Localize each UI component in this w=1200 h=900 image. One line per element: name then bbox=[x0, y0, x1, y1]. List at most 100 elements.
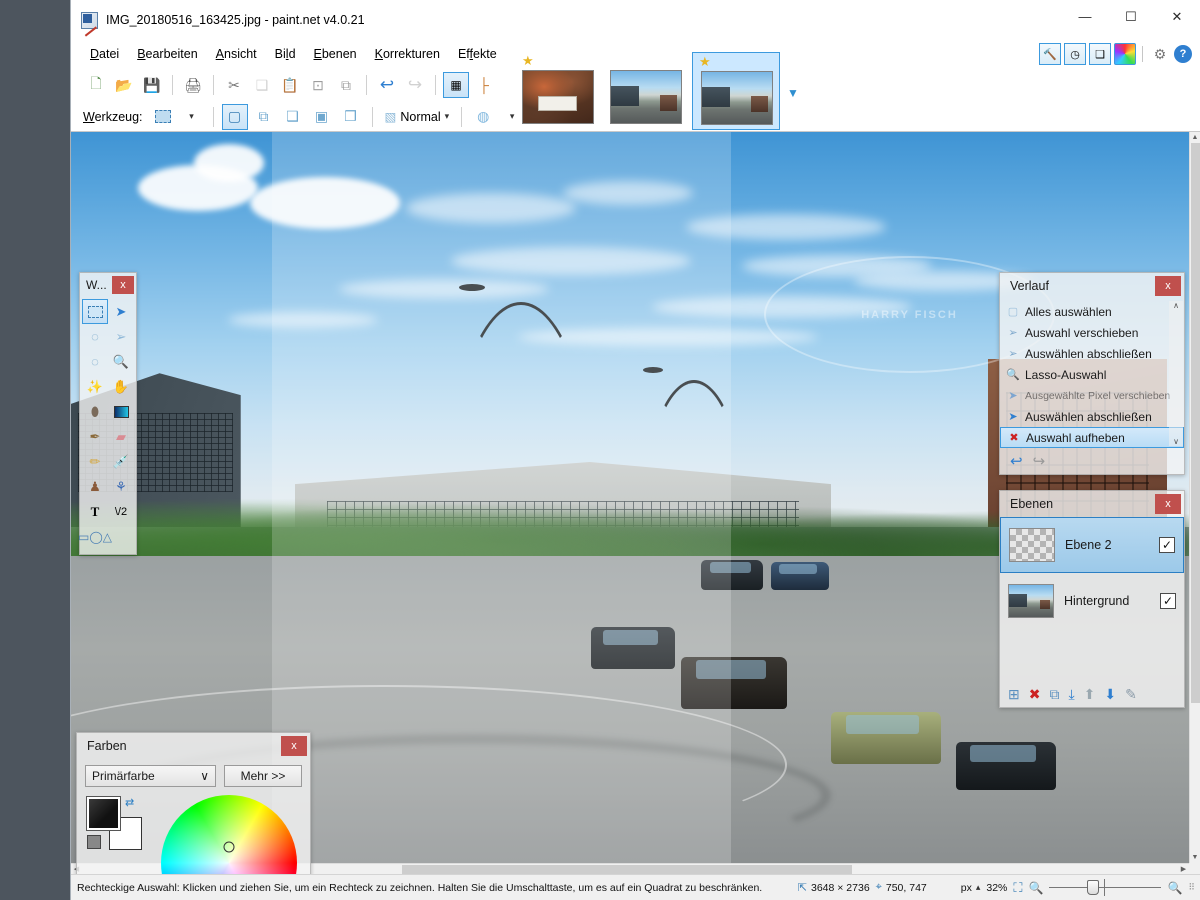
scroll-down-icon[interactable]: ▼ bbox=[1190, 852, 1200, 863]
layer-visibility-checkbox[interactable]: ✓ bbox=[1160, 593, 1176, 609]
selection-exclude-button[interactable]: ❑ bbox=[280, 104, 306, 130]
antialias-icon[interactable]: ◍ bbox=[470, 104, 496, 130]
print-button[interactable]: 🖨 bbox=[180, 72, 206, 98]
layers-window-icon[interactable]: ❑ bbox=[1089, 43, 1111, 65]
help-icon[interactable]: ? bbox=[1174, 45, 1192, 63]
zoom-out-icon[interactable]: 🔍 bbox=[1029, 881, 1044, 895]
menu-item-ansicht[interactable]: Ansicht bbox=[207, 43, 266, 65]
history-list[interactable]: ▢ Alles auswählen ➢ Auswahl verschieben … bbox=[1000, 301, 1184, 448]
menu-item-bild[interactable]: Bild bbox=[266, 43, 305, 65]
scroll-down-icon[interactable]: ∨ bbox=[1173, 437, 1179, 446]
color-picker-tool[interactable]: 💉 bbox=[108, 449, 134, 474]
eraser-tool[interactable]: ▰ bbox=[108, 424, 134, 449]
paint-bucket-tool[interactable]: ⬮ bbox=[82, 399, 108, 424]
scroll-right-icon[interactable]: ▶ bbox=[1178, 864, 1189, 875]
layer-visibility-checkbox[interactable]: ✓ bbox=[1159, 537, 1175, 553]
copy-button[interactable]: ❑ bbox=[249, 72, 275, 98]
clone-stamp-tool[interactable]: ♟ bbox=[82, 474, 108, 499]
history-redo-button[interactable]: ↪ bbox=[1033, 452, 1046, 470]
resize-grip-icon[interactable]: ⠿ bbox=[1188, 882, 1195, 893]
zoom-slider[interactable] bbox=[1049, 879, 1162, 896]
duplicate-layer-button[interactable]: ⧉ bbox=[1049, 686, 1059, 703]
paintbrush-tool[interactable]: ✒ bbox=[82, 424, 108, 449]
pan-tool[interactable]: ✋ bbox=[108, 374, 134, 399]
zoom-level-group[interactable]: 32% bbox=[986, 882, 1007, 894]
layer-row-ebene-2[interactable]: Ebene 2 ✓ bbox=[1000, 517, 1184, 573]
save-image-button[interactable]: 💾 bbox=[139, 72, 165, 98]
tools-panel[interactable]: W... x ➤ ◌ ➢ ◌ 🔍 ✨ ✋ ⬮ ✒ ▰ ✏ 💉 ♟ ⚘ T \/2… bbox=[78, 272, 137, 555]
reset-colors-icon[interactable] bbox=[87, 835, 101, 849]
text-tool[interactable]: T bbox=[82, 499, 108, 524]
new-image-button[interactable]: 🗋 bbox=[83, 72, 109, 98]
zoom-tool[interactable]: 🔍 bbox=[108, 349, 134, 374]
merge-layer-down-button[interactable]: ⤓ bbox=[1068, 686, 1074, 703]
add-layer-button[interactable]: ⊞ bbox=[1008, 686, 1020, 703]
history-scrollbar[interactable]: ∧ ∨ bbox=[1169, 301, 1183, 446]
redo-button[interactable]: ↪ bbox=[402, 72, 428, 98]
history-item-0[interactable]: ▢ Alles auswählen bbox=[1000, 301, 1184, 322]
tools-panel-header[interactable]: W... x bbox=[80, 273, 136, 297]
history-panel-close-button[interactable]: x bbox=[1155, 276, 1181, 296]
minimize-button[interactable]: — bbox=[1062, 0, 1108, 33]
close-button[interactable]: ✕ bbox=[1154, 0, 1200, 33]
rectangle-select-tool[interactable] bbox=[82, 299, 108, 324]
menu-item-bearbeiten[interactable]: Bearbeiten bbox=[128, 43, 206, 65]
move-selection-tool[interactable]: ➢ bbox=[108, 324, 134, 349]
thumbnail-scroll-down-icon[interactable]: ▼ bbox=[784, 84, 802, 102]
color-wheel-cursor[interactable] bbox=[223, 841, 235, 853]
grid-toggle-button[interactable]: ▦ bbox=[443, 72, 469, 98]
history-item-5[interactable]: ➤ Auswählen abschließen bbox=[1000, 406, 1184, 427]
thumbnail-item-3[interactable]: ★ bbox=[692, 52, 780, 130]
history-item-4[interactable]: ➤ Ausgewählte Pixel verschieben bbox=[1000, 385, 1184, 406]
selection-intersect-button[interactable]: ▣ bbox=[309, 104, 335, 130]
more-colors-button[interactable]: Mehr >> bbox=[224, 765, 302, 787]
lasso-select-tool[interactable]: ◌ bbox=[82, 324, 108, 349]
magic-wand-tool[interactable]: ✨ bbox=[82, 374, 108, 399]
open-image-button[interactable]: 📂 bbox=[111, 72, 137, 98]
ellipse-select-tool[interactable]: ◌ bbox=[82, 349, 108, 374]
blend-mode-control[interactable]: ▧ Normal ▾ bbox=[381, 107, 454, 126]
layer-properties-button[interactable]: ✎ bbox=[1125, 686, 1137, 703]
layers-panel-header[interactable]: Ebenen x bbox=[1000, 491, 1184, 517]
line-curve-tool[interactable]: \/2 bbox=[108, 499, 134, 524]
color-wheel[interactable] bbox=[161, 795, 297, 874]
colors-window-icon[interactable] bbox=[1114, 43, 1136, 65]
chevron-up-icon[interactable]: ▴ bbox=[976, 882, 981, 893]
swap-colors-icon[interactable]: ⇄ bbox=[125, 796, 134, 809]
pencil-tool[interactable]: ✏ bbox=[82, 449, 108, 474]
thumbnail-item-1[interactable]: ★ bbox=[516, 52, 600, 130]
undo-button[interactable]: ↩ bbox=[374, 72, 400, 98]
zoom-slider-knob[interactable] bbox=[1087, 880, 1100, 895]
crop-to-selection-button[interactable]: ⊡ bbox=[305, 72, 331, 98]
delete-layer-button[interactable]: ✖ bbox=[1029, 686, 1041, 703]
tools-window-icon[interactable]: 🔨 bbox=[1039, 43, 1061, 65]
history-item-3[interactable]: 🔍 Lasso-Auswahl bbox=[1000, 364, 1184, 385]
selection-replace-button[interactable]: ▢ bbox=[221, 103, 248, 130]
canvas-vertical-scrollbar[interactable]: ▲ ▼ bbox=[1189, 132, 1200, 863]
history-undo-button[interactable]: ↩ bbox=[1010, 452, 1023, 470]
current-tool-button[interactable] bbox=[150, 104, 176, 130]
scroll-up-icon[interactable]: ∧ bbox=[1173, 301, 1179, 310]
recolor-tool[interactable]: ⚘ bbox=[108, 474, 134, 499]
primary-color-swatch[interactable] bbox=[86, 796, 121, 831]
shapes-tool[interactable]: ▭◯△ bbox=[78, 524, 112, 550]
move-layer-up-button[interactable]: ⬆ bbox=[1084, 686, 1096, 703]
tools-panel-close-button[interactable]: x bbox=[112, 276, 134, 294]
deselect-button[interactable]: ⧉ bbox=[333, 72, 359, 98]
fit-to-window-icon[interactable]: ⛶ bbox=[1013, 880, 1022, 896]
history-item-1[interactable]: ➢ Auswahl verschieben bbox=[1000, 322, 1184, 343]
cut-button[interactable]: ✂ bbox=[221, 72, 247, 98]
maximize-button[interactable]: ☐ bbox=[1108, 0, 1154, 33]
tool-dropdown-caret[interactable]: ▾ bbox=[179, 104, 205, 130]
thumbnail-item-2[interactable] bbox=[604, 52, 688, 130]
units-group[interactable]: px ▴ bbox=[961, 882, 981, 894]
colors-panel-header[interactable]: Farben x bbox=[77, 733, 310, 759]
selection-union-button[interactable]: ⧉ bbox=[251, 104, 277, 130]
colors-panel[interactable]: Farben x Primärfarbe ∨ Mehr >> ⇄ bbox=[76, 732, 311, 874]
layers-panel[interactable]: Ebenen x Ebene 2 ✓ Hintergrund ✓ ⊞ ✖ ⧉ ⤓… bbox=[999, 490, 1185, 708]
canvas-area[interactable]: HARRY FISCH ▲ ▼ ◀ ▶ W... x ➤ ◌ bbox=[71, 132, 1200, 874]
layer-row-hintergrund[interactable]: Hintergrund ✓ bbox=[1000, 573, 1184, 629]
color-channel-select[interactable]: Primärfarbe ∨ bbox=[85, 765, 216, 787]
layers-panel-close-button[interactable]: x bbox=[1155, 494, 1181, 514]
scroll-up-icon[interactable]: ▲ bbox=[1190, 132, 1200, 143]
